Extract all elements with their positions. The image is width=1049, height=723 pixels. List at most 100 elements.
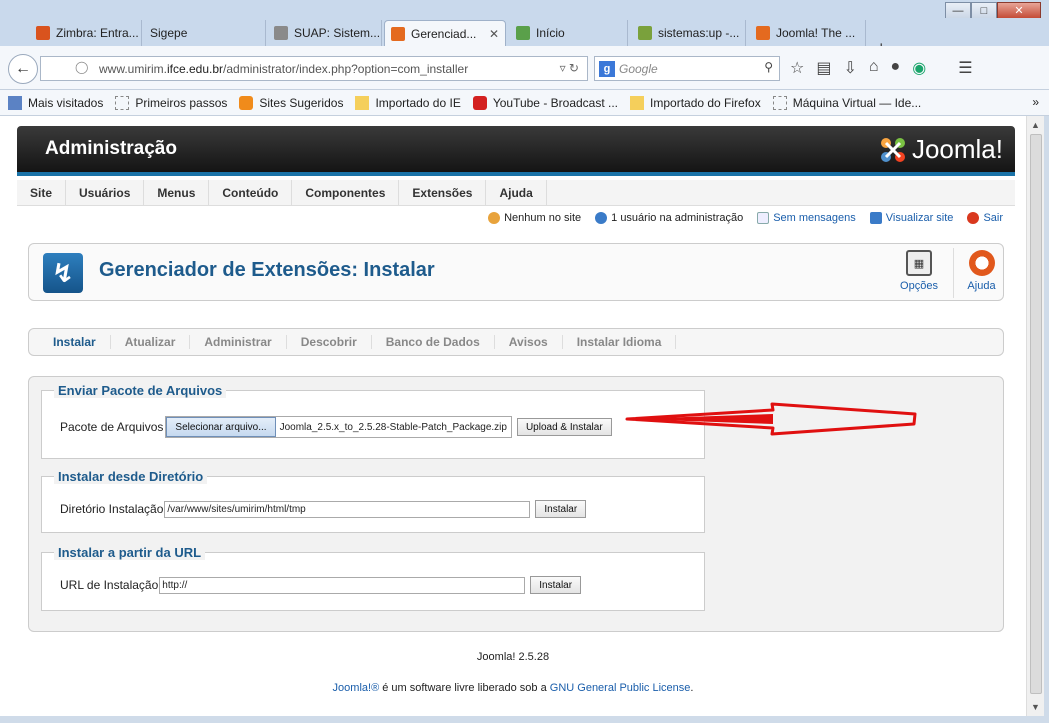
scroll-thumb[interactable] [1030,134,1042,694]
upload-label: Pacote de Arquivos [60,420,164,434]
tab-joomla[interactable]: Joomla! The ... [750,20,866,46]
subnav-avisos[interactable]: Avisos [495,335,563,349]
subnav-descobrir[interactable]: Descobrir [287,335,372,349]
scroll-up-icon[interactable]: ▲ [1031,120,1040,130]
admin-menu: Site Usuários Menus Conteúdo Componentes… [17,180,1015,206]
url-label: URL de Instalação [60,578,159,592]
url-install-button[interactable]: Instalar [530,576,582,594]
admin-title: Administração [45,138,177,159]
url-row: URL de Instalação Instalar [60,576,582,594]
url-legend: Instalar a partir da URL [54,545,206,560]
select-file-button[interactable]: Selecionar arquivo... [166,417,276,437]
url-path: /administrator/index.php?option=com_inst… [223,61,469,76]
tab-inicio[interactable]: Início [510,20,628,46]
users-icon [595,212,608,224]
url-domain: ifce.edu.br [167,61,224,76]
search-placeholder: Google [619,61,658,76]
status-logout-label: Sair [983,212,1003,224]
addon-icon[interactable]: ◉ [912,58,926,78]
bookmark-label: Primeiros passos [135,95,228,110]
bookmark-primeiros-passos[interactable]: Primeiros passos [115,95,228,110]
menu-icon[interactable]: ☰ [958,58,972,78]
subnav-administrar[interactable]: Administrar [190,335,287,349]
reload-icon[interactable]: ▿ ↻ [560,61,579,75]
bookmark-youtube[interactable]: YouTube - Broadcast ... [472,95,618,110]
suap-icon [274,26,288,40]
status-admins: 1 usuário na administração [595,212,743,224]
user-icon [488,212,501,224]
web-slice-icon [239,95,254,110]
bookmark-importado-ie[interactable]: Importado do IE [355,95,461,110]
minimize-button[interactable]: — [945,2,971,19]
menu-menus[interactable]: Menus [144,180,210,205]
status-view-site[interactable]: Visualizar site [869,212,953,224]
bookmark-label: Mais visitados [28,95,104,110]
help-button[interactable]: Ajuda [953,248,1009,298]
url-input[interactable] [159,576,526,594]
monitor-icon [869,212,882,224]
joomla-icon [391,26,405,41]
menu-extensoes[interactable]: Extensões [399,180,487,205]
maximize-button[interactable]: □ [971,2,997,19]
directory-label: Diretório Instalação [60,502,164,516]
subnav-instalar-idioma[interactable]: Instalar Idioma [563,335,677,349]
tab-zimbra[interactable]: Zimbra: Entra... [30,20,142,46]
tab-label: Zimbra: Entra... [56,26,139,40]
joomla-link[interactable]: Joomla!® [333,682,380,694]
extension-icon[interactable]: ● [891,58,901,78]
tab-sigepe[interactable]: Sigepe [144,20,266,46]
vertical-scrollbar[interactable]: ▲ ▼ [1026,116,1044,716]
tab-gerenciador[interactable]: Gerenciad... ✕ [384,20,506,46]
options-button[interactable]: ▦ Opções [891,248,947,298]
search-bar[interactable]: g Google ⚲ [594,56,780,81]
more-bookmarks-icon[interactable]: » [1032,95,1039,109]
bookmark-importado-firefox[interactable]: Importado do Firefox [630,95,761,110]
url-fieldset: Instalar a partir da URL URL de Instalaç… [41,545,705,611]
status-admins-label: 1 usuário na administração [611,212,744,224]
menu-site[interactable]: Site [17,180,67,205]
status-logout[interactable]: Sair [967,212,1003,224]
back-button[interactable]: ← [8,54,38,84]
menu-usuarios[interactable]: Usuários [66,180,145,205]
bookmark-label: Sites Sugeridos [259,95,344,110]
directory-input[interactable] [164,500,531,518]
directory-install-button[interactable]: Instalar [535,500,587,518]
upload-install-button[interactable]: Upload & Instalar [516,418,612,436]
status-messages[interactable]: Sem mensagens [757,212,856,224]
close-tab-icon[interactable]: ✕ [489,27,499,41]
menu-ajuda[interactable]: Ajuda [486,180,547,205]
admin-status-bar: Nenhum no site 1 usuário na administraçã… [17,206,1015,230]
subnav-instalar[interactable]: Instalar [39,335,111,349]
google-icon: g [599,60,615,77]
tab-label: Gerenciad... [411,26,477,41]
bookmark-label: Máquina Virtual — Ide... [792,95,922,110]
menu-conteudo[interactable]: Conteúdo [209,180,293,205]
tab-suap[interactable]: SUAP: Sistem... [268,20,382,46]
address-bar[interactable]: ◯ www.umirim. ifce.edu.br/administrator/i… [40,56,588,81]
bookmark-sites-sugeridos[interactable]: Sites Sugeridos [239,95,344,110]
bookmark-label: Importado do Firefox [650,95,761,110]
tab-label: Sigepe [150,26,188,40]
subnav-atualizar[interactable]: Atualizar [111,335,191,349]
download-icon[interactable]: ⇩ [843,58,856,78]
tab-sistemas[interactable]: sistemas:up -... [632,20,746,46]
folder-icon [630,95,645,110]
bookmark-mais-visitados[interactable]: Mais visitados [8,95,104,110]
reading-list-icon[interactable]: ▤ [816,58,831,78]
tab-label: sistemas:up -... [658,26,740,40]
close-window-button[interactable]: ✕ [997,2,1041,19]
menu-componentes[interactable]: Componentes [292,180,400,205]
bookmark-maquina-virtual[interactable]: Máquina Virtual — Ide... [772,95,922,110]
directory-fieldset: Instalar desde Diretório Diretório Insta… [41,469,705,533]
home-icon[interactable]: ⌂ [869,58,879,78]
page-toolbar: ↯ Gerenciador de Extensões: Instalar ▦ O… [28,243,1004,301]
zimbra-icon [36,26,50,40]
lifebuoy-icon [968,250,995,276]
bookmark-star-icon[interactable]: ☆ [790,58,804,78]
help-label: Ajuda [967,280,996,292]
gpl-link[interactable]: GNU General Public License [550,682,691,694]
scroll-down-icon[interactable]: ▼ [1031,702,1040,712]
search-icon[interactable]: ⚲ [764,60,773,74]
subnav-banco-de-dados[interactable]: Banco de Dados [372,335,495,349]
red-arrow-annotation [625,402,917,436]
